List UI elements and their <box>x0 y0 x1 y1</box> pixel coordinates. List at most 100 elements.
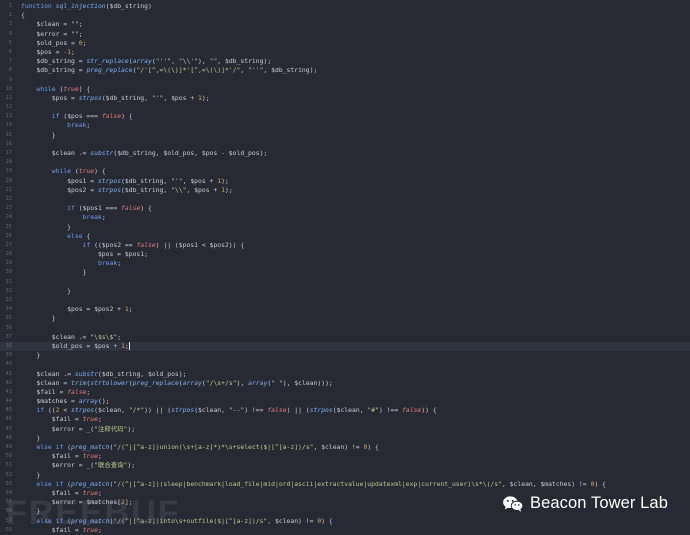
code-line[interactable]: 22 <box>0 195 690 204</box>
code-token: $old_pos = <box>21 38 79 47</box>
code-line[interactable]: 28 $pos = $pos1; <box>0 250 690 259</box>
code-line[interactable]: 51 $error = _("联合查询"); <box>0 461 690 470</box>
code-line[interactable]: 14 break; <box>0 121 690 130</box>
code-line[interactable]: 50 $fail = true; <box>0 452 690 461</box>
code-line[interactable]: 8 $db_string = preg_replace("/'[^,=\(\)]… <box>0 66 690 75</box>
code-token: } <box>21 433 41 442</box>
code-token: , $pos + <box>186 185 222 194</box>
code-text: $pos = $pos2 + 1; <box>21 305 132 314</box>
code-token: break <box>21 259 118 268</box>
code-line[interactable]: 4 $error = ""; <box>0 30 690 39</box>
code-token: (($pos2 == <box>90 240 137 249</box>
code-token: break <box>21 121 87 130</box>
code-token: ; <box>71 47 75 56</box>
code-line[interactable]: 47 $error = _("注释代码"); <box>0 425 690 434</box>
code-token: $clean = <box>21 20 72 29</box>
text-cursor <box>128 341 130 350</box>
code-line[interactable]: 24 break; <box>0 213 690 222</box>
code-text: break; <box>21 259 121 268</box>
code-text: $pos1 = strpos($db_string, "'", $pos + 1… <box>21 177 229 186</box>
code-token: $fail = <box>21 387 68 396</box>
code-token: preg_replace <box>132 378 179 387</box>
code-line[interactable]: 38 $old_pos = $pos + 1; <box>0 341 690 352</box>
code-line[interactable]: 37 $clean .= "\$s\$"; <box>0 333 690 342</box>
code-editor[interactable]: 1 function sql_injection($db_string) 2{3 $… <box>0 0 690 535</box>
code-token: , $clean) != <box>313 443 364 451</box>
code-line[interactable]: 18 <box>0 158 690 167</box>
code-line[interactable]: 20 $pos1 = strpos($db_string, "'", $pos … <box>0 177 690 186</box>
code-line[interactable]: 26 else { <box>0 232 690 241</box>
code-line[interactable]: 33 <box>0 296 690 305</box>
line-number: 4 <box>8 30 12 37</box>
code-line[interactable]: 31 <box>0 278 690 287</box>
code-line[interactable]: 13 if ($pos === false) { <box>0 112 690 121</box>
code-text: break; <box>21 121 90 130</box>
code-line[interactable]: 53 else if (preg_match("/(^|[^a-z])(slee… <box>0 480 690 489</box>
code-text: if (($pos2 == false) || ($pos1 < $pos2))… <box>21 240 245 250</box>
code-line[interactable]: 17 $clean .= substr($db_string, $old_pos… <box>0 149 690 158</box>
code-line[interactable]: 6 $pos = -1; <box>0 48 690 57</box>
code-line[interactable]: 12 <box>0 103 690 112</box>
code-line[interactable]: 27 if (($pos2 == false) || ($pos1 < $pos… <box>0 241 690 250</box>
code-line[interactable]: 21 $pos2 = strpos($db_string, "\\", $pos… <box>0 186 690 195</box>
code-line[interactable]: 25 } <box>0 223 690 232</box>
code-text: $old_pos = 0; <box>21 39 86 48</box>
code-line[interactable]: 35 } <box>0 314 690 323</box>
code-token: ) { <box>321 516 333 525</box>
line-number: 33 <box>5 297 13 303</box>
code-line[interactable]: 42 $clean = trim(strtolower(preg_replace… <box>0 379 690 388</box>
code-text: break; <box>21 213 106 222</box>
code-text: } <box>21 314 56 323</box>
code-text: while (true) { <box>21 167 106 176</box>
code-line[interactable]: 49 else if (preg_match("/(^|[^a-z])union… <box>0 443 690 452</box>
code-line[interactable]: 40 <box>0 360 690 369</box>
code-line[interactable]: 9 <box>0 76 690 85</box>
code-token: ; <box>78 20 83 29</box>
code-token: "/\s+/s" <box>205 378 237 387</box>
code-line[interactable]: 2{ <box>0 11 690 20</box>
code-line[interactable]: 5 $old_pos = 0; <box>0 39 690 48</box>
code-line[interactable]: 7 $db_string = str_replace(array("''", "… <box>0 57 690 66</box>
line-number: 2 <box>8 12 12 19</box>
line-number: 52 <box>5 471 13 478</box>
code-text: $fail = false; <box>21 388 90 397</box>
code-line[interactable]: 39 } <box>0 351 690 360</box>
code-token: if <box>21 112 60 121</box>
code-line[interactable]: 16 <box>0 140 690 149</box>
line-number: 23 <box>5 205 13 212</box>
code-line[interactable]: 29 break; <box>0 259 690 268</box>
line-number: 45 <box>5 407 13 414</box>
code-line[interactable]: 23 if ($pos1 === false) { <box>0 204 690 213</box>
code-token: } <box>21 314 56 323</box>
code-line[interactable]: 10 while (true) { <box>0 85 690 94</box>
code-line[interactable]: 46 $fail = true; <box>0 415 690 424</box>
code-text: else { <box>21 232 90 241</box>
code-line[interactable]: 36 <box>0 324 690 333</box>
code-line[interactable]: 48 } <box>0 434 690 443</box>
code-line[interactable]: 3 $clean = ""; <box>0 20 690 29</box>
code-line[interactable]: 15 } <box>0 131 690 140</box>
code-token: function <box>21 2 52 10</box>
code-line[interactable]: 1 function sql_injection($db_string) <box>0 2 690 11</box>
code-line[interactable]: 32 } <box>0 287 690 296</box>
code-line[interactable]: 19 while (true) { <box>0 167 690 176</box>
code-line[interactable]: 45 if ((2 < strpos($clean, "/*")) || (st… <box>0 406 690 415</box>
code-token: ) || ($pos1 < $pos2)) { <box>155 240 245 249</box>
code-line[interactable]: 11 $pos = strpos($db_string, "'", $pos +… <box>0 94 690 103</box>
code-token: , <box>240 66 249 75</box>
code-token: } <box>21 351 41 360</box>
code-token: )) || ( <box>144 406 172 415</box>
code-line[interactable]: 43 $fail = false; <box>0 388 690 397</box>
code-line[interactable]: 52 } <box>0 471 690 480</box>
code-text: $clean .= "\$s\$"; <box>21 333 121 342</box>
code-line[interactable]: 41 $clean .= substr($db_string, $old_pos… <box>0 370 690 379</box>
line-number: 7 <box>8 58 12 65</box>
code-token: ; <box>97 415 102 424</box>
code-line[interactable]: 44 $matches = array(); <box>0 397 690 406</box>
line-number: 48 <box>5 434 13 441</box>
line-number: 21 <box>5 186 13 193</box>
code-token: strpos <box>97 176 122 185</box>
code-line[interactable]: 30 } <box>0 268 690 277</box>
code-token: ) { <box>594 479 606 488</box>
code-line[interactable]: 34 $pos = $pos2 + 1; <box>0 305 690 314</box>
